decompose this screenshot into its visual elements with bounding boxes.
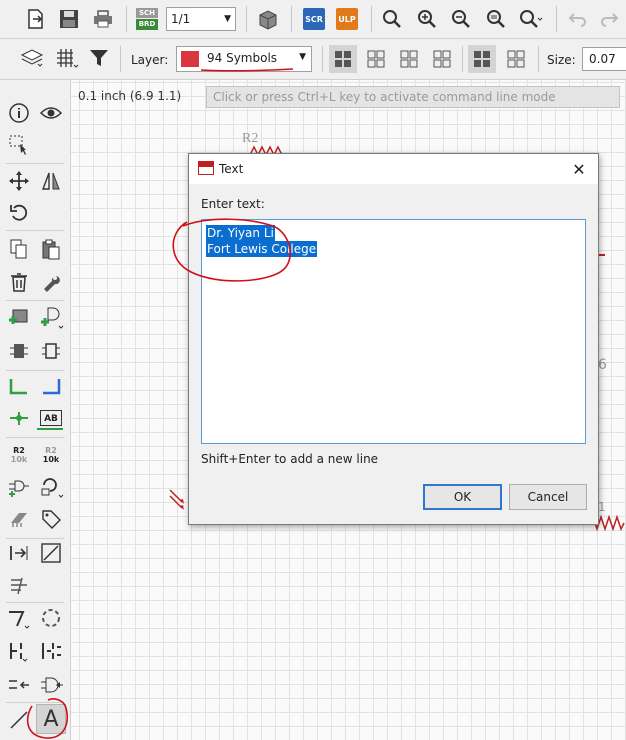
new-line-hint: Shift+Enter to add a new line [201,452,379,466]
size-label: Size: [547,53,576,67]
parameter-toolbar: Layer: Size: [0,39,626,80]
show-icon[interactable] [38,100,64,126]
wrench-icon[interactable] [38,269,64,295]
align-grid-option-1[interactable] [329,45,357,73]
close-icon[interactable]: ✕ [568,158,590,180]
layer-label: Layer: [131,53,169,67]
ok-button[interactable]: OK [423,484,502,510]
name-tool-bottom: 10k [10,455,28,464]
name-tool-top: R2 [13,446,25,455]
split-icon[interactable] [6,572,32,598]
optimize-icon[interactable] [38,605,64,631]
sch-badge: SCH [136,8,158,18]
size-input[interactable]: 0.07 [582,47,626,71]
save-icon[interactable] [55,5,83,33]
sch-brd-switch-icon[interactable]: SCH BRD [133,5,161,33]
chevron-down-icon: ▼ [299,52,306,62]
net-icon[interactable] [38,373,64,399]
zoom-redraw-icon[interactable] [482,5,510,33]
zoom-select-icon[interactable] [517,5,545,33]
smash-icon[interactable] [38,474,64,500]
mirror-icon[interactable] [38,168,64,194]
tag-icon[interactable] [38,506,64,532]
ulp-button[interactable]: ULP [333,5,361,33]
label-icon[interactable]: AB [37,405,64,431]
junction-icon[interactable] [6,405,32,431]
add-part-icon[interactable] [6,305,32,331]
rotate-icon[interactable] [6,200,32,226]
part-name-label-2: 1 [598,500,606,514]
align-grid-option-6[interactable] [502,45,530,73]
pin-swap-icon[interactable] [6,474,32,500]
annotation-underline [200,68,294,72]
command-line-input[interactable]: Click or press Ctrl+L key to activate co… [206,86,620,108]
grid-icon[interactable] [53,44,81,72]
attribute-icon[interactable] [6,506,32,532]
library-icon[interactable] [254,5,282,33]
script-button[interactable]: SCR [300,5,328,33]
layer-color-swatch [181,51,199,67]
align-grid-option-3[interactable] [395,45,423,73]
dialog-titlebar: Text ✕ [189,154,598,184]
size-value: 0.07 [589,52,616,66]
value-tool-top: R2 [45,446,57,455]
enter-text-label: Enter text: [201,197,265,211]
annotation-circle [26,698,68,739]
line-tool-icon[interactable] [38,540,64,566]
value-tool-bottom: 10k [42,455,60,464]
gate-swap-icon[interactable] [38,338,64,364]
name-icon[interactable]: R2 10k [6,442,32,468]
tool-palette: AB R2 10k R2 10k A [0,80,71,740]
brd-badge: BRD [136,19,158,30]
bus-icon[interactable] [6,638,32,664]
filter-icon[interactable] [85,44,113,72]
paste-icon[interactable] [38,236,64,262]
move-icon[interactable] [6,168,32,194]
bus-entry-icon[interactable] [6,540,32,566]
sheet-select[interactable]: 1/1 ▼ [166,7,236,31]
annotation-circle-text [172,218,292,282]
chevron-down-icon: ▼ [224,14,231,24]
cancel-label: Cancel [527,490,569,504]
layer-settings-icon[interactable] [18,44,46,72]
text-dialog: Text ✕ Enter text: Dr. Yiyan Li Fort Lew… [172,153,599,525]
grid-coordinate: 0.1 inch (6.9 1.1) [78,89,182,103]
miter-icon[interactable] [6,605,32,631]
layer-select[interactable]: 94 Symbols ▼ [176,46,312,72]
print-icon[interactable] [89,5,117,33]
delete-icon[interactable] [6,269,32,295]
app-sch-icon [198,161,214,175]
sheet-value: 1/1 [171,12,191,26]
cancel-button[interactable]: Cancel [509,484,587,510]
redo-icon[interactable] [596,5,624,33]
value-label: 6 [598,357,607,373]
ok-label: OK [453,490,472,504]
text-input-area[interactable]: Dr. Yiyan Li Fort Lewis College [172,218,586,444]
command-line-placeholder: Click or press Ctrl+L key to activate co… [213,90,556,104]
ulp-icon: ULP [336,8,358,30]
main-toolbar: SCH BRD 1/1 ▼ SCR ULP [0,0,626,39]
align-grid-option-2[interactable] [362,45,390,73]
script-icon: SCR [303,8,325,30]
bus-split-icon[interactable] [38,638,64,664]
dialog-title: Text [219,162,244,176]
info-icon[interactable] [6,100,32,126]
copy-icon[interactable] [6,236,32,262]
align-grid-option-4[interactable] [428,45,456,73]
add-gate-icon[interactable] [38,305,64,331]
zoom-fit-icon[interactable] [378,5,406,33]
select-icon[interactable] [6,132,32,158]
zoom-in-icon[interactable] [413,5,441,33]
value-icon[interactable]: R2 10k [38,442,64,468]
align-grid-option-5[interactable] [468,45,496,73]
zoom-out-icon[interactable] [447,5,475,33]
layer-value: 94 Symbols [207,51,278,65]
wire-icon[interactable] [6,373,32,399]
label-tool-text: AB [44,414,58,424]
undo-icon[interactable] [563,5,591,33]
replace-icon[interactable] [6,338,32,364]
file-open-icon[interactable] [22,5,50,33]
